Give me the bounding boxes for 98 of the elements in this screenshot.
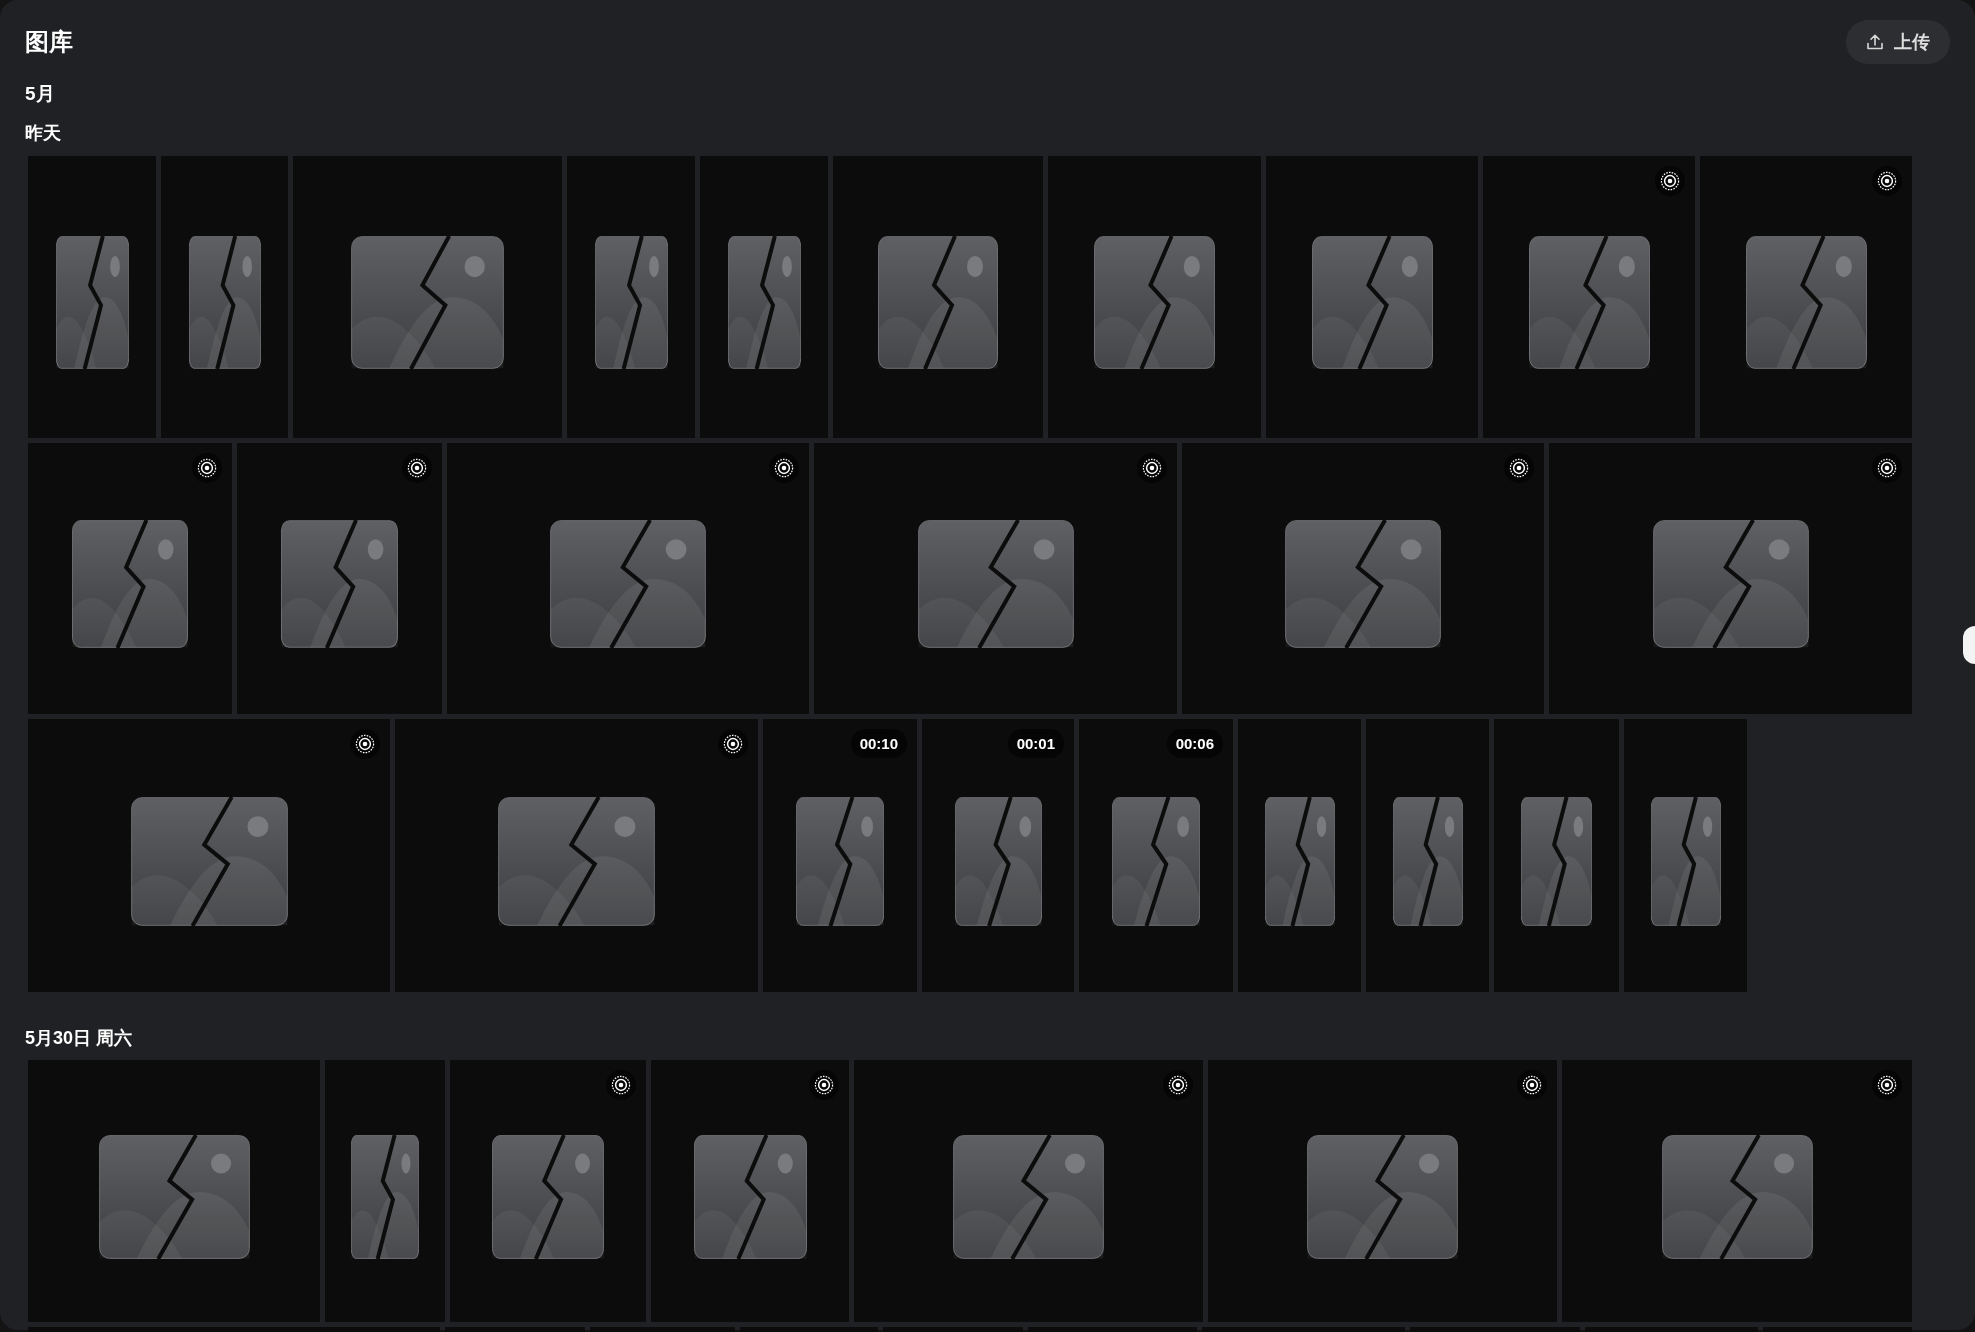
media-tile[interactable] [590,1327,735,1332]
media-tile[interactable] [1182,443,1544,714]
media-tile[interactable]: 00:01 [922,719,1074,992]
media-tile[interactable] [237,443,442,714]
upload-button[interactable]: 上传 [1846,20,1950,64]
media-tile[interactable] [833,156,1043,438]
broken-image-icon [1264,796,1335,926]
concentric-rings-icon [1872,1070,1902,1100]
media-tile[interactable] [445,1327,585,1332]
broken-image-icon [188,236,261,369]
broken-image-icon [1528,236,1650,369]
broken-image-icon [1652,520,1809,648]
broken-image-icon [1521,796,1592,926]
month-heading: 5月 [25,82,55,106]
page-title: 图库 [25,27,73,57]
broken-image-icon [954,796,1042,926]
broken-image-icon [351,1134,419,1259]
media-tile[interactable] [883,1327,1023,1332]
concentric-rings-icon [1517,1070,1547,1100]
media-tile[interactable] [1549,443,1912,714]
broken-image-icon [594,236,668,369]
media-tile[interactable] [325,1060,445,1322]
broken-image-icon [1307,1134,1458,1259]
broken-image-icon [550,520,706,648]
concentric-rings-icon [1872,166,1902,196]
video-duration: 00:10 [850,729,907,758]
broken-image-icon [1650,796,1721,926]
broken-image-icon [1661,1134,1813,1259]
concentric-rings-icon [1137,453,1167,483]
media-tile[interactable] [28,719,390,992]
media-tile[interactable]: 00:10 [763,719,917,992]
broken-image-icon [72,520,188,648]
media-tile[interactable] [1585,1327,1758,1332]
concentric-rings-icon [350,729,380,759]
concentric-rings-icon [1872,453,1902,483]
media-tile[interactable] [1202,1327,1405,1332]
concentric-rings-icon [718,729,748,759]
broken-image-icon [281,520,398,648]
media-tile[interactable] [567,156,695,438]
concentric-rings-icon [809,1070,839,1100]
media-tile[interactable] [1366,719,1489,992]
broken-image-icon [492,1134,604,1259]
media-tile[interactable] [293,156,562,438]
broken-image-icon [351,236,504,369]
concentric-rings-icon [1504,453,1534,483]
media-tile[interactable] [1624,719,1747,992]
broken-image-icon [917,520,1074,648]
media-tile[interactable] [28,1060,320,1322]
media-tile[interactable] [1028,1327,1197,1332]
date-heading: 昨天 [25,122,61,145]
video-duration: 00:06 [1166,729,1223,758]
media-tile[interactable] [1763,1327,1912,1332]
broken-image-icon [1285,520,1441,648]
media-tile[interactable] [1266,156,1478,438]
media-tile[interactable] [450,1060,646,1322]
media-tile[interactable] [1410,1327,1580,1332]
media-tile[interactable] [1483,156,1695,438]
concentric-rings-icon [769,453,799,483]
media-tile[interactable] [1048,156,1261,438]
video-duration: 00:01 [1007,729,1064,758]
broken-image-icon [727,236,801,369]
broken-image-icon [1745,236,1867,369]
broken-image-icon [953,1134,1104,1259]
media-tile[interactable] [28,443,232,714]
broken-image-icon [693,1134,807,1259]
concentric-rings-icon [1655,166,1685,196]
media-tile[interactable] [1208,1060,1557,1322]
concentric-rings-icon [192,453,222,483]
concentric-rings-icon [1163,1070,1193,1100]
broken-image-icon [1311,236,1433,369]
media-tile[interactable] [651,1060,849,1322]
broken-image-icon [498,796,655,926]
media-tile[interactable] [395,719,758,992]
broken-image-icon [55,236,129,369]
media-tile[interactable] [814,443,1177,714]
broken-image-icon [1392,796,1463,926]
broken-image-icon [878,236,998,369]
date-heading: 5月30日 周六 [25,1027,133,1050]
media-tile[interactable]: 00:06 [1079,719,1233,992]
broken-image-icon [1112,796,1200,926]
broken-image-icon [130,796,288,926]
media-tile[interactable] [28,156,156,438]
media-tile[interactable] [1700,156,1912,438]
media-tile[interactable] [740,1327,878,1332]
upload-icon [1866,33,1884,51]
media-tile[interactable] [1238,719,1361,992]
media-tile[interactable] [700,156,828,438]
media-tile[interactable] [161,156,288,438]
media-tile[interactable] [854,1060,1203,1322]
concentric-rings-icon [606,1070,636,1100]
broken-image-icon [796,796,884,926]
broken-image-icon [98,1134,250,1259]
media-tile[interactable] [447,443,809,714]
media-tile[interactable] [28,1327,440,1332]
concentric-rings-icon [402,453,432,483]
media-tile[interactable] [1494,719,1619,992]
broken-image-icon [1094,236,1215,369]
media-tile[interactable] [1562,1060,1912,1322]
